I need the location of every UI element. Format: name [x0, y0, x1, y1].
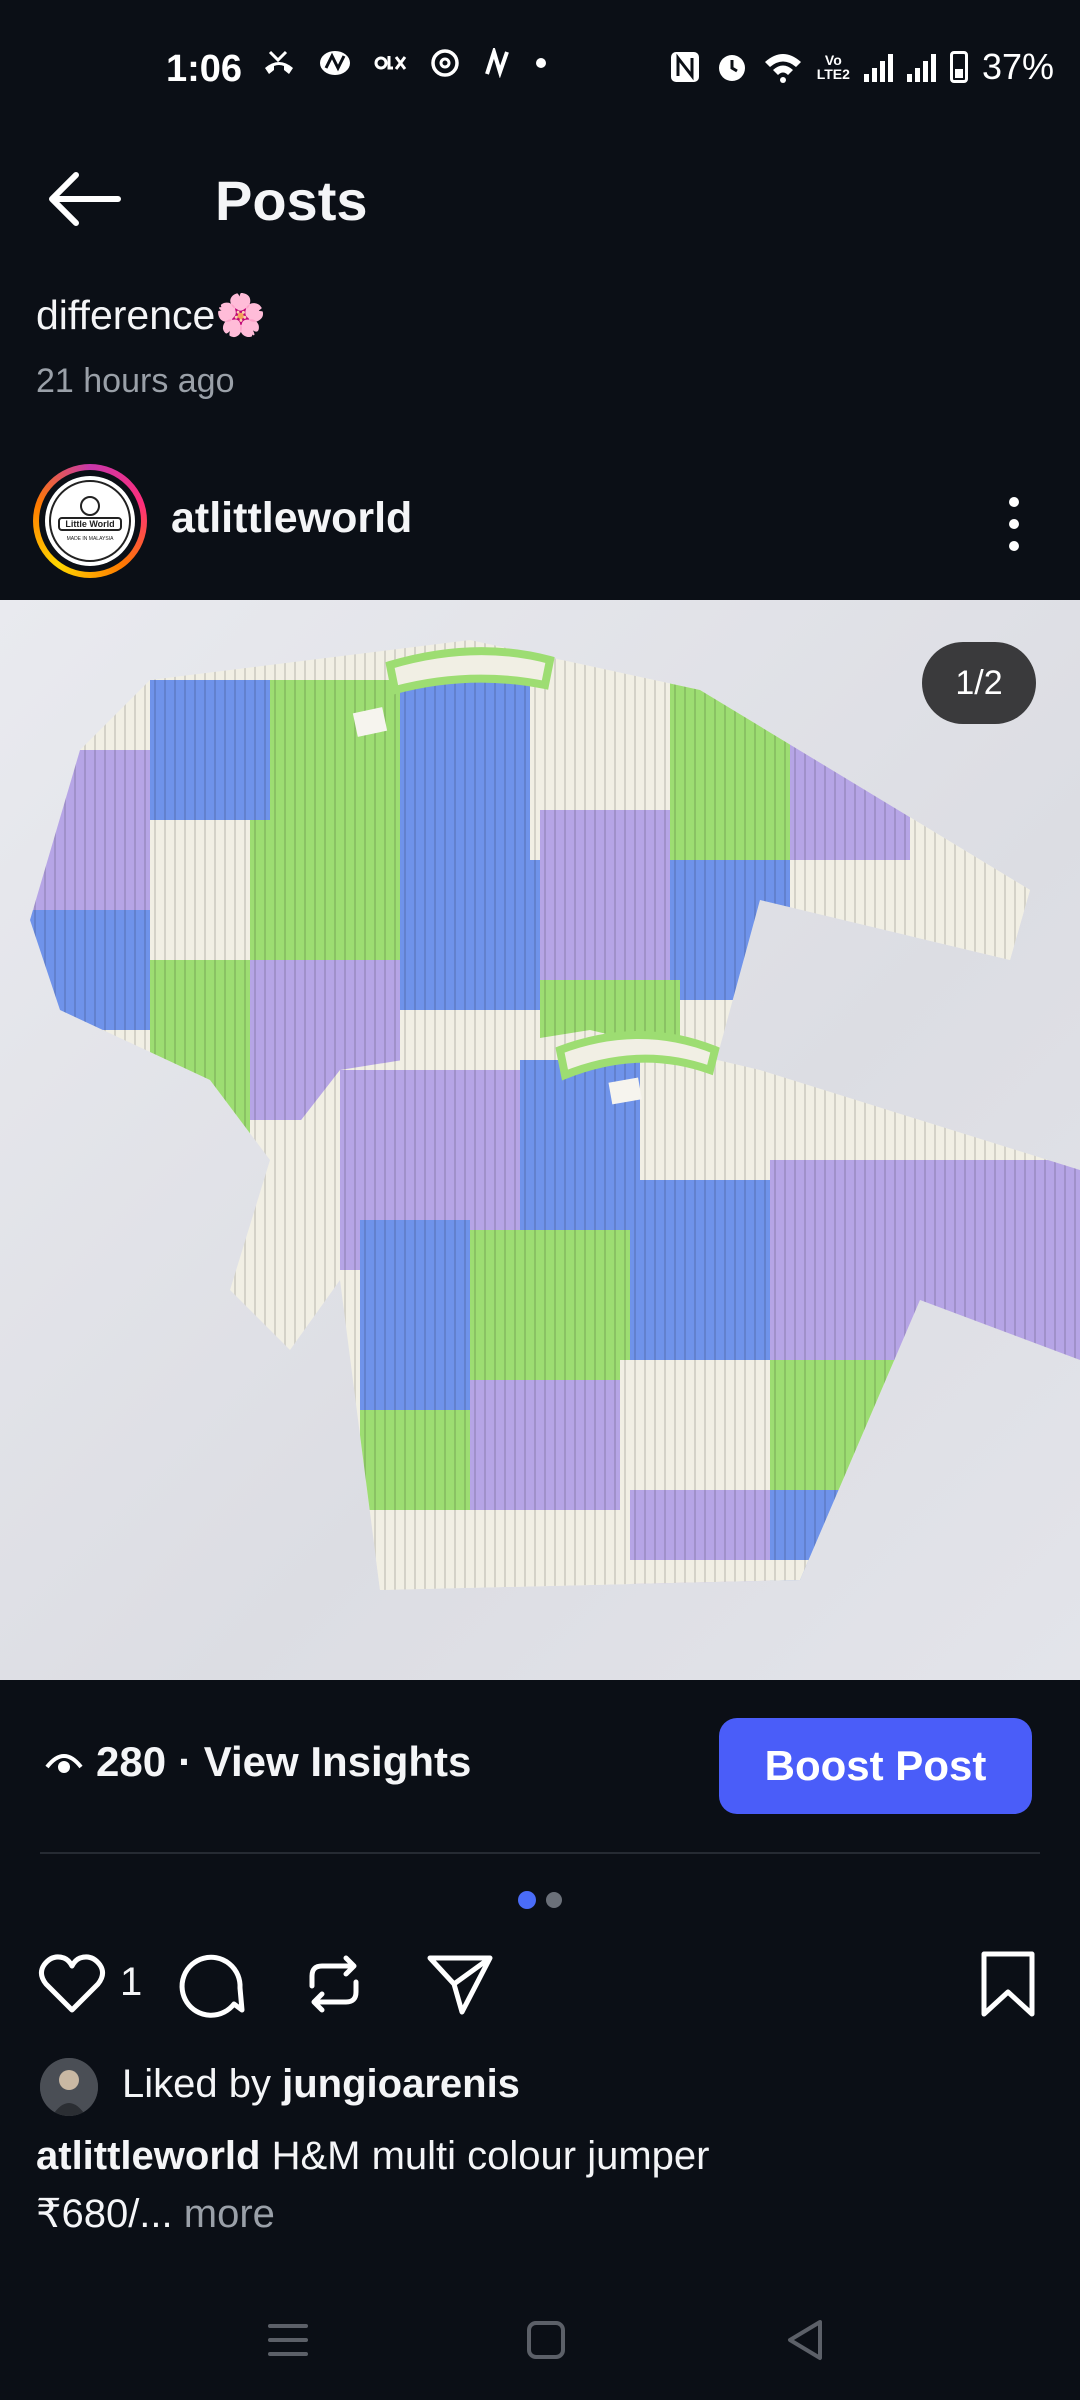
views-count: 280 — [96, 1738, 167, 1785]
alarm-icon — [718, 55, 745, 81]
wifi-icon — [764, 54, 801, 83]
home-nav-icon[interactable] — [516, 2310, 576, 2370]
system-icons: Vo LTE2 37% — [669, 46, 1054, 88]
brand-logo: Little World MADE IN MALAYSIA — [45, 476, 135, 566]
image-counter-badge: 1/2 — [922, 642, 1036, 724]
back-arrow-icon[interactable] — [44, 164, 124, 234]
bookmark-icon[interactable] — [972, 1948, 1044, 2020]
olx-icon — [374, 56, 407, 70]
boost-post-button[interactable]: Boost Post — [719, 1718, 1032, 1814]
divider — [40, 1852, 1040, 1854]
liked-by-avatar[interactable] — [40, 2058, 98, 2116]
avatar[interactable]: Little World MADE IN MALAYSIA — [33, 464, 147, 578]
heart-icon[interactable] — [36, 1948, 108, 2020]
caption-text: H&M multi colour jumper — [271, 2134, 710, 2178]
signal-2-icon — [906, 52, 936, 82]
dot-icon — [536, 58, 546, 68]
more-link[interactable]: more — [184, 2192, 275, 2236]
volte-top: Vo — [824, 52, 842, 68]
share-icon[interactable] — [424, 1948, 496, 2020]
insights-label: · View Insights — [178, 1738, 472, 1785]
caption-username[interactable]: atlittleworld — [36, 2134, 260, 2178]
liked-by-user[interactable]: jungioarenis — [282, 2062, 520, 2106]
status-bar: 1:06 Vo LTE2 37% — [0, 0, 1080, 145]
status-time: 1:06 — [166, 48, 243, 90]
likes-count[interactable]: 1 — [120, 1960, 142, 2005]
caption-price: ₹680/... — [36, 2192, 173, 2236]
signal-1-icon — [863, 52, 893, 82]
volte-bottom: LTE2 — [816, 66, 850, 82]
avatar-text-top: Little World — [65, 519, 114, 529]
sweaters-illustration — [30, 640, 1080, 1590]
page-title: Posts — [215, 169, 368, 232]
nfc-icon — [670, 52, 699, 82]
back-nav-icon[interactable] — [776, 2310, 836, 2370]
carousel-dot — [546, 1892, 562, 1908]
notification-icons — [262, 48, 548, 78]
kebab-icon[interactable] — [996, 494, 1032, 554]
n-app-icon — [485, 48, 509, 78]
post-timestamp: 21 hours ago — [36, 362, 235, 400]
missed-call-icon — [265, 50, 293, 74]
post-caption-line2: ₹680/... more — [36, 2191, 275, 2237]
app-notification-icon — [320, 51, 350, 75]
post-caption: atlittleworld H&M multi colour jumper — [36, 2134, 709, 2179]
threads-icon — [431, 49, 459, 77]
view-insights-link[interactable]: 280 · View Insights — [44, 1738, 471, 1786]
comment-icon[interactable] — [174, 1948, 246, 2020]
liked-by-prefix: Liked by — [122, 2062, 271, 2106]
carousel-dot-active — [518, 1891, 536, 1909]
eye-icon — [45, 1754, 83, 1773]
carousel-dots — [518, 1891, 562, 1909]
post-username[interactable]: atlittleworld — [171, 494, 412, 543]
battery-percent: 37% — [981, 46, 1054, 87]
post-image[interactable] — [0, 600, 1080, 1680]
menu-nav-icon[interactable] — [258, 2310, 318, 2370]
repost-icon[interactable] — [298, 1948, 370, 2020]
post-caption-preview: difference🌸 — [36, 292, 267, 338]
volte-indicator: Vo LTE2 — [817, 53, 850, 81]
avatar-text-bottom: MADE IN MALAYSIA — [67, 536, 115, 542]
battery-icon — [949, 51, 968, 83]
liked-by-text[interactable]: Liked by jungioarenis — [122, 2062, 520, 2107]
